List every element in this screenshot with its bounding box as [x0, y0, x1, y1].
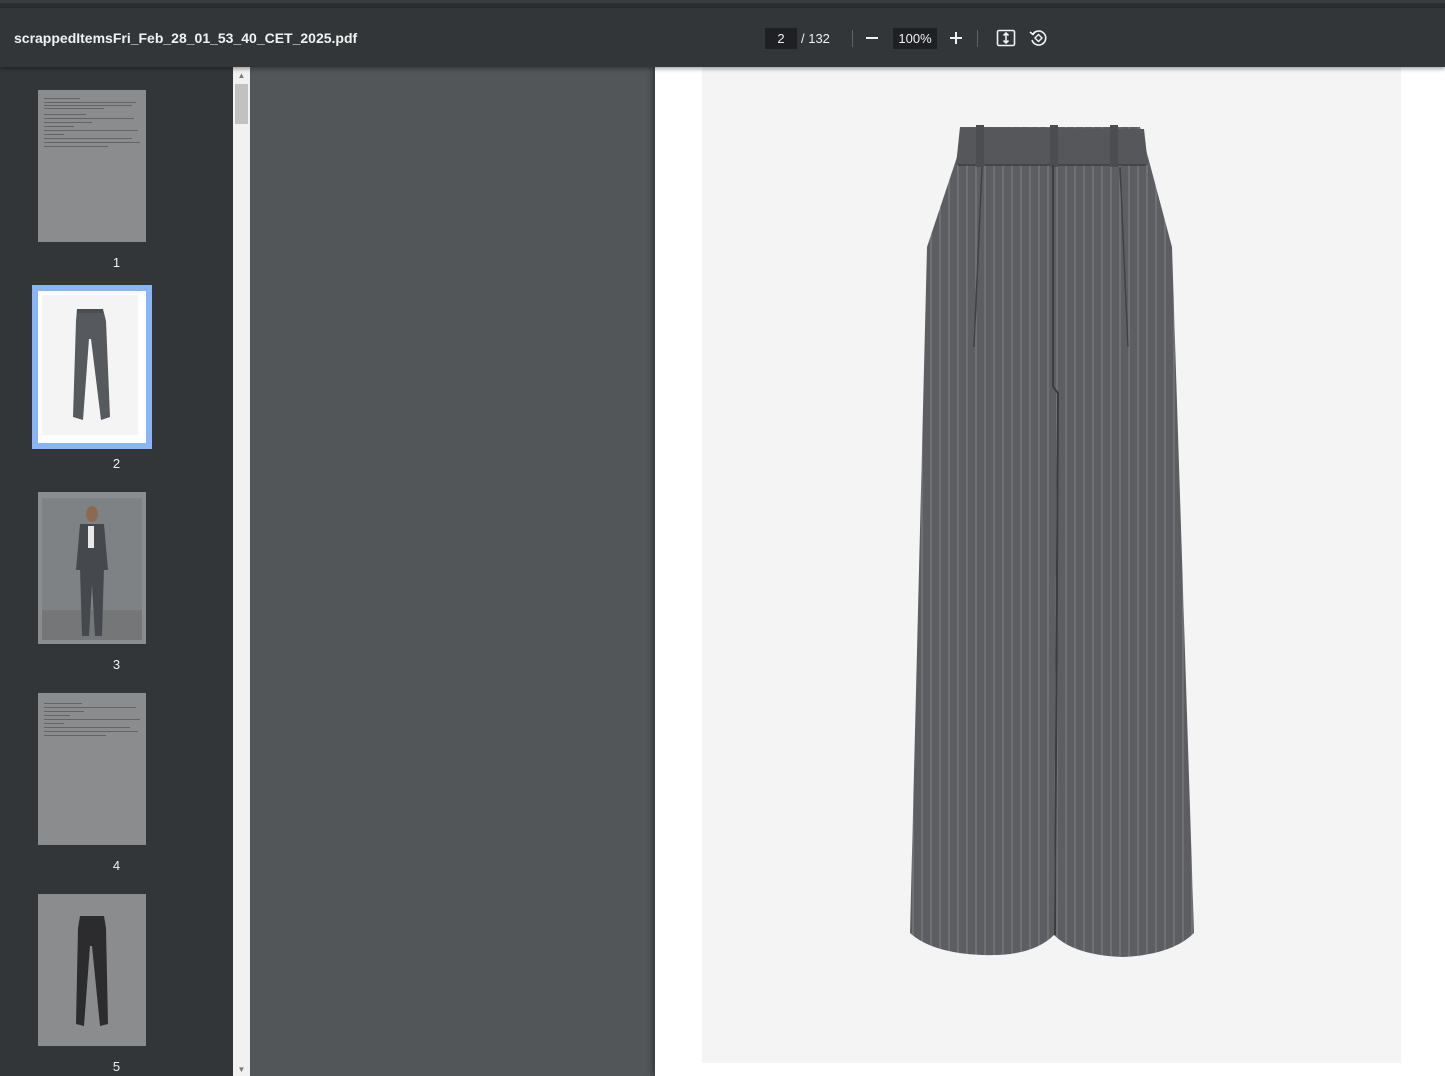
thumbnail-sidebar: 1 2 3 4 5 — [0, 67, 233, 1076]
page-thumbnail-5[interactable] — [38, 894, 146, 1046]
dark-trousers-thumbnail-image — [76, 916, 108, 1026]
model-thumbnail-image — [42, 498, 142, 640]
scrollbar-thumb[interactable] — [235, 84, 248, 124]
thumbnail-label-1: 1 — [112, 255, 121, 270]
tab-strip — [0, 0, 1445, 3]
scroll-down-icon[interactable]: ▼ — [233, 1062, 250, 1076]
page-thumbnail-2[interactable] — [32, 285, 152, 449]
trousers-thumbnail-image — [73, 309, 110, 420]
window-top-strip — [0, 0, 1445, 8]
thumbnail-label-5: 5 — [112, 1059, 121, 1074]
fit-page-icon — [996, 29, 1016, 47]
page-thumbnail-3[interactable] — [38, 492, 146, 644]
zoom-out-button[interactable] — [858, 24, 886, 52]
thumbnail-label-3: 3 — [112, 657, 121, 672]
thumbnail-label-4: 4 — [112, 858, 121, 873]
pdf-page — [655, 67, 1445, 1076]
pdf-toolbar: scrappedItemsFri_Feb_28_01_53_40_CET_202… — [0, 8, 1445, 67]
fit-page-button[interactable] — [992, 24, 1020, 52]
page-thumbnail-4[interactable] — [38, 693, 146, 845]
minus-icon — [866, 37, 878, 39]
scroll-up-icon[interactable]: ▲ — [233, 68, 250, 82]
product-photo — [702, 67, 1401, 1063]
sidebar-scrollbar[interactable]: ▲ ▼ — [233, 67, 250, 1076]
trousers-image — [910, 125, 1194, 957]
page-total: / 132 — [801, 31, 830, 46]
zoom-in-button[interactable] — [942, 24, 970, 52]
toolbar-separator — [977, 30, 978, 47]
document-title: scrappedItemsFri_Feb_28_01_53_40_CET_202… — [14, 30, 358, 46]
thumbnail-label-2: 2 — [112, 456, 121, 471]
plus-icon — [950, 32, 962, 44]
toolbar-separator — [852, 30, 853, 47]
rotate-icon — [1029, 30, 1047, 46]
page-thumbnail-1[interactable] — [38, 90, 146, 242]
zoom-input[interactable] — [893, 28, 937, 49]
page-number-input[interactable] — [765, 28, 797, 49]
rotate-button[interactable] — [1024, 24, 1052, 52]
